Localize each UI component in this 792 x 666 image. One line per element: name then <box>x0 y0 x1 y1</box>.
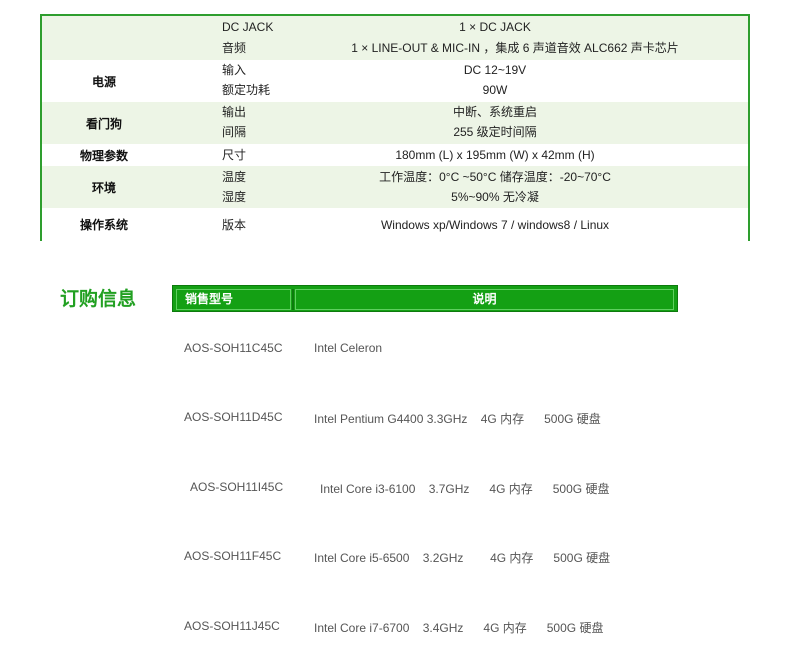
spec-label: 输入 <box>222 63 247 77</box>
spec-value: 5%~90% 无冷凝 <box>451 190 539 204</box>
order-model: AOS-SOH11D45C <box>184 410 283 424</box>
spec-value: 1 × LINE-OUT & MIC-IN ，集成 6 声道音效 ALC662 … <box>351 41 679 55</box>
spec-label: 输出 <box>222 105 247 119</box>
spec-table: 电源 看门狗 物理参数 环境 操作系统 DC JACK 1 × DC JACK … <box>40 14 750 241</box>
spec-label: 温度 <box>222 170 247 184</box>
order-model: AOS-SOH11F45C <box>184 549 282 563</box>
spec-value: 90W <box>482 83 508 97</box>
order-model: AOS-SOH11C45C <box>184 341 283 355</box>
order-table-header: 销售型号 说明 <box>172 285 678 312</box>
spec-value: DC 12~19V <box>463 63 527 77</box>
spec-value: 中断、系统重启 <box>452 105 537 119</box>
spec-value: 1 × DC JACK <box>459 20 531 34</box>
group-power: 电源 <box>91 74 116 89</box>
spec-label: 音频 <box>222 41 247 55</box>
order-desc: Intel Core i7-6700 3.4GHz 4G 内存 500G 硬盘 <box>314 621 604 635</box>
spec-value: Windows xp/Windows 7 / windows8 / Linux <box>380 218 610 232</box>
col-desc-header: 说明 <box>295 289 674 310</box>
header-divider <box>292 289 294 310</box>
spec-value: 255 级定时间隔 <box>453 125 537 139</box>
col-model-header: 销售型号 <box>176 289 291 310</box>
order-desc: Intel Pentium G4400 3.3GHz 4G 内存 500G 硬盘 <box>314 412 601 426</box>
order-title: 订购信息 <box>60 289 137 310</box>
order-model: AOS-SOH11J45C <box>184 619 280 633</box>
spec-label: 间隔 <box>222 125 247 139</box>
group-os: 操作系统 <box>79 218 128 232</box>
spec-value: 工作温度：0°C ~50°C 储存温度：-20~70°C <box>379 170 611 184</box>
spec-label: 版本 <box>222 218 247 232</box>
spec-value: 180mm (L) x 195mm (W) x 42mm (H) <box>395 148 595 162</box>
group-physical: 物理参数 <box>79 148 128 163</box>
group-watchdog: 看门狗 <box>85 116 122 131</box>
spec-label: 尺寸 <box>222 148 247 162</box>
order-desc: Intel Core i3-6100 3.7GHz 4G 内存 500G 硬盘 <box>320 482 610 496</box>
spec-label: 湿度 <box>222 190 247 204</box>
order-desc: Intel Core i5-6500 3.2GHz 4G 内存 500G 硬盘 <box>314 551 611 565</box>
order-model: AOS-SOH11I45C <box>190 480 284 494</box>
group-environment: 环境 <box>91 180 116 195</box>
order-desc: Intel Celeron <box>314 341 383 355</box>
